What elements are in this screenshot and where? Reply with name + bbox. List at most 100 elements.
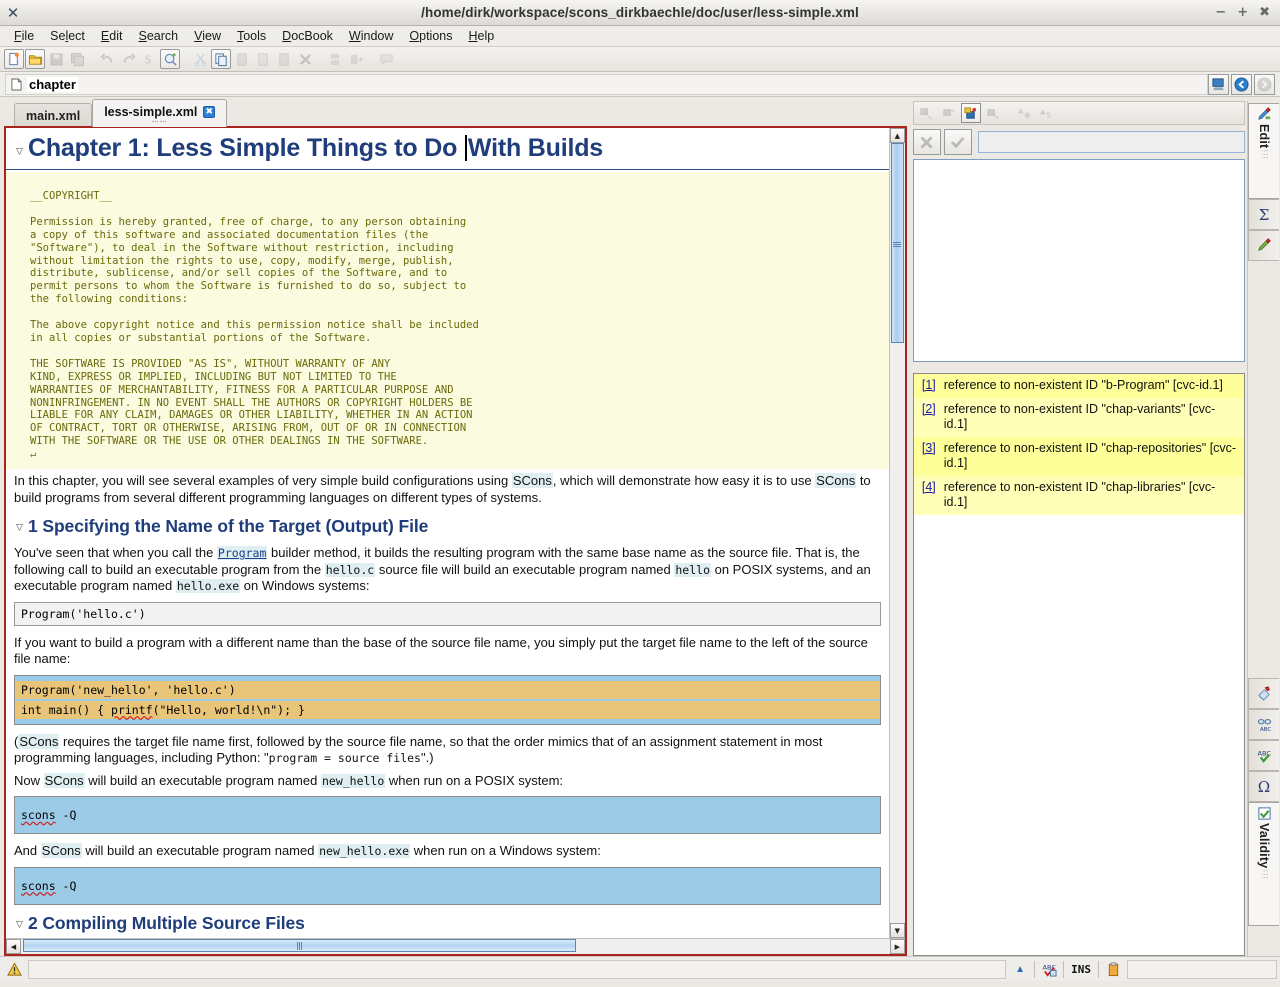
editor-horizontal-scrollbar[interactable]: ◀ ▶: [6, 938, 905, 954]
spellcheck-status-icon[interactable]: ABC: [1038, 960, 1060, 979]
pencil-green-icon[interactable]: [1248, 230, 1279, 261]
delete-icon[interactable]: [295, 49, 315, 69]
undo-icon[interactable]: [97, 49, 117, 69]
insert-mode-indicator[interactable]: INS: [1067, 963, 1095, 976]
abc-glasses-icon[interactable]: ABC: [1248, 709, 1279, 740]
save-all-icon[interactable]: [67, 49, 87, 69]
clipboard-icon[interactable]: [1102, 960, 1124, 979]
shapes-sort-icon[interactable]: 5: [1037, 103, 1057, 123]
hscroll-track[interactable]: [21, 939, 890, 954]
side-pane-search-input[interactable]: [977, 131, 1245, 153]
paste-icon[interactable]: [253, 49, 273, 69]
rail-tab-edit[interactable]: Edit ⁞⁞⁞: [1248, 103, 1279, 199]
program-link[interactable]: Program: [216, 546, 268, 561]
menu-view[interactable]: View: [186, 28, 229, 44]
scroll-left-button[interactable]: ◀: [6, 939, 21, 954]
omega-icon[interactable]: Ω: [1248, 771, 1279, 802]
save-icon[interactable]: [46, 49, 66, 69]
scroll-down-button[interactable]: ▼: [889, 923, 905, 938]
scroll-right-button[interactable]: ▶: [889, 939, 905, 954]
rail-tab-label: Edit: [1257, 124, 1271, 149]
menu-docbook[interactable]: DocBook: [274, 28, 341, 44]
tab-main-xml[interactable]: main.xml: [14, 103, 93, 127]
list-item[interactable]: [4] reference to non-existent ID "chap-l…: [913, 475, 1244, 515]
section-1-paragraph-3[interactable]: (SCons requires the target file name fir…: [6, 730, 889, 769]
hscroll-thumb[interactable]: [23, 939, 576, 952]
problem-index[interactable]: [3]: [922, 441, 936, 472]
vscroll-track[interactable]: [889, 143, 905, 923]
screen-icon[interactable]: [1208, 73, 1229, 95]
list-item[interactable]: [1] reference to non-existent ID "b-Prog…: [913, 374, 1244, 398]
spell-tag-icon[interactable]: [1248, 678, 1279, 709]
side-pane-content-box[interactable]: [912, 159, 1245, 362]
scrollbar-grip-icon: [297, 941, 302, 950]
list-item[interactable]: [3] reference to non-existent ID "chap-r…: [913, 436, 1244, 476]
paste-after-icon[interactable]: [274, 49, 294, 69]
problem-index[interactable]: [2]: [922, 402, 936, 433]
xml-comment-block[interactable]: __COPYRIGHT__ Permission is hereby grant…: [6, 172, 889, 470]
accept-button[interactable]: [943, 129, 972, 155]
rail-tab-label: Validity: [1257, 823, 1271, 869]
node-insert-after-icon[interactable]: [983, 103, 1003, 123]
paste-before-icon[interactable]: [232, 49, 252, 69]
close-button[interactable]: ✖: [1259, 6, 1270, 19]
code-term: program = source files: [268, 751, 421, 766]
collapse-triangle-icon[interactable]: ▽: [16, 523, 23, 533]
section-1-paragraph-5[interactable]: And SCons will build an executable progr…: [6, 839, 889, 862]
rail-tab-validity[interactable]: Validity ⁞⁞⁞: [1248, 802, 1279, 926]
text-run: ".): [420, 750, 434, 766]
menu-help[interactable]: Help: [460, 28, 502, 44]
abc-check-icon[interactable]: ABC: [1248, 740, 1279, 771]
spellcheck-icon[interactable]: S: [139, 49, 159, 69]
validation-problems-list[interactable]: [1] reference to non-existent ID "b-Prog…: [912, 373, 1245, 956]
problem-index[interactable]: [4]: [922, 480, 936, 511]
cancel-button[interactable]: [912, 129, 941, 155]
menu-tools[interactable]: Tools: [229, 28, 274, 44]
code-block-1[interactable]: Program('hello.c'): [14, 601, 881, 626]
new-file-icon[interactable]: [4, 49, 24, 69]
open-folder-icon[interactable]: [25, 49, 45, 69]
join-icon[interactable]: [346, 49, 366, 69]
minimize-button[interactable]: −: [1215, 6, 1226, 19]
menu-search[interactable]: Search: [130, 28, 186, 44]
node-insert-child-icon[interactable]: [939, 103, 959, 123]
breadcrumb[interactable]: chapter: [5, 73, 1208, 95]
maximize-button[interactable]: +: [1237, 6, 1248, 19]
copy-icon[interactable]: [211, 49, 231, 69]
section-1-paragraph-1[interactable]: You've seen that when you call the Progr…: [6, 541, 889, 597]
collapse-triangle-icon[interactable]: ▽: [16, 920, 23, 930]
search-preview-icon[interactable]: [160, 49, 180, 69]
cut-icon[interactable]: [190, 49, 210, 69]
tab-less-simple-xml[interactable]: less-simple.xml ✖ ⋯⋯: [92, 99, 228, 127]
comment-icon[interactable]: [376, 49, 396, 69]
collapse-triangle-icon[interactable]: ▽: [16, 147, 23, 157]
menu-edit[interactable]: Edit: [93, 28, 131, 44]
menu-window[interactable]: Window: [341, 28, 401, 44]
document-view[interactable]: ▽ Chapter 1: Less Simple Things to Do Wit…: [6, 128, 889, 938]
tab-close-icon[interactable]: ✖: [203, 106, 216, 118]
section-1-paragraph-2[interactable]: If you want to build a program with a di…: [6, 631, 889, 670]
vscroll-thumb[interactable]: [890, 143, 904, 343]
menu-select[interactable]: Select: [42, 28, 93, 44]
intro-paragraph[interactable]: In this chapter, you will see several ex…: [6, 469, 889, 508]
section-1-paragraph-4[interactable]: Now SCons will build an executable progr…: [6, 769, 889, 792]
node-insert-highlight-icon[interactable]: [960, 103, 981, 123]
shapes-filter-icon[interactable]: [1015, 103, 1035, 123]
code-block-2[interactable]: Program('new_hello', 'hello.c') int main…: [14, 674, 881, 725]
editor-vertical-scrollbar[interactable]: ▲ ▼: [888, 128, 905, 938]
menu-file[interactable]: File: [6, 28, 42, 44]
node-insert-before-icon[interactable]: [917, 103, 937, 123]
menu-options[interactable]: Options: [401, 28, 460, 44]
code-block-3[interactable]: scons -Q: [14, 796, 881, 835]
list-item[interactable]: [2] reference to non-existent ID "chap-v…: [913, 397, 1244, 437]
sigma-icon[interactable]: Σ: [1248, 199, 1279, 230]
back-icon[interactable]: [1231, 73, 1252, 95]
caret-up-icon[interactable]: ▲: [1009, 960, 1031, 979]
problem-index[interactable]: [1]: [922, 378, 936, 394]
split-icon[interactable]: [325, 49, 345, 69]
code-block-4[interactable]: scons -Q: [14, 866, 881, 905]
warning-triangle-icon[interactable]: [3, 960, 25, 979]
scroll-up-button[interactable]: ▲: [889, 128, 905, 143]
redo-icon[interactable]: [118, 49, 138, 69]
forward-icon[interactable]: [1254, 73, 1275, 95]
